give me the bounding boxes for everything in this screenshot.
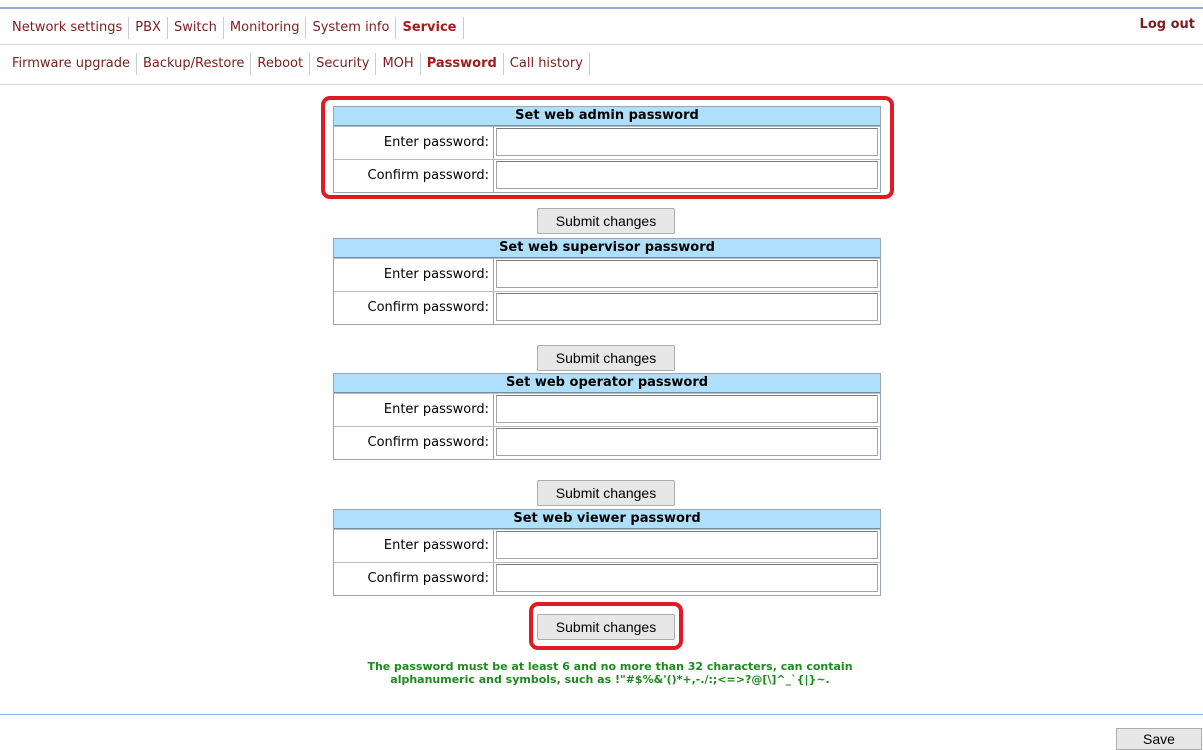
- supervisor-password-title: Set web supervisor password: [334, 239, 880, 258]
- operator-confirm-row: Confirm password:: [334, 426, 880, 459]
- operator-submit-button[interactable]: Submit changes: [537, 480, 675, 506]
- password-rules-line2: alphanumeric and symbols, such as !"#$%&…: [390, 673, 830, 686]
- sub-menu-reboot[interactable]: Reboot: [251, 53, 311, 75]
- submenu-divider: [0, 84, 1203, 85]
- admin-section-highlight: [321, 96, 894, 199]
- operator-confirm-label: Confirm password:: [334, 427, 494, 459]
- sub-menu-security[interactable]: Security: [310, 53, 377, 75]
- supervisor-confirm-row: Confirm password:: [334, 291, 880, 324]
- operator-password-title: Set web operator password: [334, 374, 880, 393]
- bottom-border: [0, 714, 1203, 715]
- viewer-confirm-row: Confirm password:: [334, 562, 880, 595]
- password-rules-note: The password must be at least 6 and no m…: [280, 660, 940, 686]
- supervisor-enter-row: Enter password:: [334, 258, 880, 291]
- viewer-password-title: Set web viewer password: [334, 510, 880, 529]
- operator-enter-label: Enter password:: [334, 394, 494, 426]
- viewer-enter-label: Enter password:: [334, 530, 494, 562]
- sub-menu-moh[interactable]: MOH: [376, 53, 421, 75]
- viewer-enter-row: Enter password:: [334, 529, 880, 562]
- main-menu-pbx[interactable]: PBX: [129, 17, 168, 39]
- sub-menu-firmware-upgrade[interactable]: Firmware upgrade: [6, 53, 138, 75]
- password-rules-line1: The password must be at least 6 and no m…: [367, 660, 853, 673]
- main-menu-switch[interactable]: Switch: [168, 17, 224, 39]
- sub-menu-call-history[interactable]: Call history: [504, 53, 590, 75]
- main-menu: Network settings PBX Switch Monitoring S…: [6, 12, 1203, 44]
- supervisor-enter-label: Enter password:: [334, 259, 494, 291]
- operator-confirm-password-input[interactable]: [496, 428, 878, 456]
- viewer-password-table: Set web viewer password Enter password: …: [333, 509, 881, 596]
- operator-enter-row: Enter password:: [334, 393, 880, 426]
- logout-link[interactable]: Log out: [1140, 17, 1195, 32]
- sub-menu-backup-restore[interactable]: Backup/Restore: [137, 53, 252, 75]
- submit-button-highlight: [529, 602, 683, 650]
- main-menu-service[interactable]: Service: [396, 17, 464, 39]
- viewer-confirm-password-input[interactable]: [496, 564, 878, 592]
- operator-enter-password-input[interactable]: [496, 395, 878, 423]
- supervisor-confirm-password-input[interactable]: [496, 293, 878, 321]
- viewer-confirm-label: Confirm password:: [334, 563, 494, 595]
- viewer-enter-password-input[interactable]: [496, 531, 878, 559]
- menu-divider: [0, 44, 1203, 45]
- top-border: [0, 7, 1203, 9]
- supervisor-submit-button[interactable]: Submit changes: [537, 345, 675, 371]
- sub-menu: Firmware upgrade Backup/Restore Reboot S…: [6, 48, 590, 80]
- main-menu-system-info[interactable]: System info: [306, 17, 397, 39]
- supervisor-confirm-label: Confirm password:: [334, 292, 494, 324]
- main-menu-network-settings[interactable]: Network settings: [6, 17, 130, 39]
- sub-menu-password[interactable]: Password: [421, 53, 504, 75]
- supervisor-enter-password-input[interactable]: [496, 260, 878, 288]
- admin-submit-button[interactable]: Submit changes: [537, 208, 675, 234]
- main-menu-monitoring[interactable]: Monitoring: [224, 17, 307, 39]
- operator-password-table: Set web operator password Enter password…: [333, 373, 881, 460]
- supervisor-password-table: Set web supervisor password Enter passwo…: [333, 238, 881, 325]
